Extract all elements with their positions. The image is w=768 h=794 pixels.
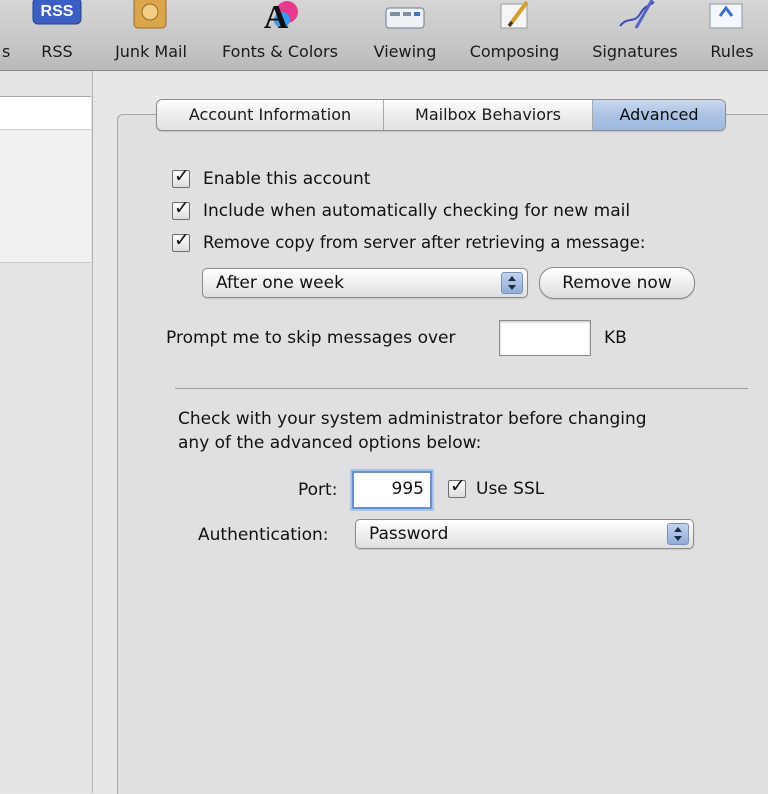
authentication-label: Authentication: — [198, 525, 329, 545]
enable-account-checkbox[interactable]: ✓ — [172, 165, 190, 188]
remove-copy-checkbox[interactable]: ✓ — [172, 229, 190, 252]
rss-icon: RSS — [32, 0, 82, 25]
use-ssl-checkbox[interactable]: ✓ — [448, 475, 466, 498]
preferences-toolbar: s RSS RSS Junk Mail A Fonts & Colors Vie… — [0, 0, 768, 71]
toolbar-label-signatures: Signatures — [592, 42, 678, 61]
port-field[interactable]: 995 — [352, 471, 432, 509]
checkmark-icon: ✓ — [174, 197, 190, 219]
checkmark-icon: ✓ — [174, 229, 190, 251]
toolbar-item-general[interactable]: s — [0, 0, 22, 70]
advanced-notice-line-1: Check with your system administrator bef… — [178, 409, 647, 429]
use-ssl-label: Use SSL — [476, 479, 545, 499]
toolbar-item-rules[interactable]: Rules — [696, 0, 768, 70]
include-auto-check-row[interactable]: ✓ Include when automatically checking fo… — [172, 197, 712, 224]
sidebar-field[interactable] — [0, 96, 91, 130]
toolbar-label-rules: Rules — [710, 42, 754, 61]
popup-arrows-icon — [501, 272, 523, 294]
remove-copy-label: Remove copy from server after retrieving… — [203, 233, 646, 252]
toolbar-label-viewing: Viewing — [373, 42, 437, 61]
checkmark-icon: ✓ — [174, 165, 190, 187]
tab-mailbox-behaviors[interactable]: Mailbox Behaviors — [384, 100, 593, 130]
toolbar-item-viewing[interactable]: Viewing — [364, 0, 446, 70]
toolbar-item-signatures[interactable]: Signatures — [582, 0, 688, 70]
sidebar-account-list[interactable] — [0, 130, 91, 263]
remove-after-value: After one week — [216, 273, 344, 293]
popup-arrows-icon — [667, 523, 689, 545]
checkmark-icon: ✓ — [450, 475, 466, 497]
remove-copy-row[interactable]: ✓ Remove copy from server after retrievi… — [172, 229, 712, 256]
tab-account-information[interactable]: Account Information — [157, 100, 384, 130]
enable-account-label: Enable this account — [203, 169, 371, 189]
toolbar-item-composing[interactable]: Composing — [457, 0, 572, 70]
toolbar-label-rss: RSS — [41, 42, 73, 61]
advanced-notice-line-2: any of the advanced options below: — [178, 433, 482, 453]
junk-mail-icon — [133, 0, 167, 29]
toolbar-item-junk-mail[interactable]: Junk Mail — [101, 0, 201, 70]
skip-size-unit: KB — [604, 328, 627, 348]
svg-text:RSS: RSS — [41, 3, 74, 20]
authentication-value: Password — [369, 524, 449, 544]
authentication-popup[interactable]: Password — [355, 519, 694, 549]
svg-text:A: A — [264, 0, 289, 36]
fonts-colors-icon: A — [264, 0, 298, 36]
accounts-sidebar — [0, 71, 93, 793]
rules-icon — [709, 3, 743, 29]
tab-bar: Account Information Mailbox Behaviors Ad… — [156, 99, 726, 131]
include-auto-check-checkbox[interactable]: ✓ — [172, 197, 190, 220]
remove-after-popup[interactable]: After one week — [202, 268, 528, 298]
section-divider — [175, 388, 748, 389]
toolbar-item-fonts-colors[interactable]: A Fonts & Colors — [208, 0, 352, 70]
composing-icon — [500, 0, 529, 29]
port-value: 995 — [391, 479, 424, 499]
enable-account-row[interactable]: ✓ Enable this account — [172, 165, 432, 192]
toolbar-label-general: s — [2, 42, 11, 61]
viewing-icon — [385, 7, 425, 29]
toolbar-label-junk-mail: Junk Mail — [115, 42, 187, 61]
port-label: Port: — [298, 480, 338, 500]
signatures-icon — [619, 0, 655, 29]
use-ssl-row[interactable]: ✓ Use SSL — [448, 475, 558, 502]
include-auto-check-label: Include when automatically checking for … — [203, 201, 631, 221]
toolbar-item-rss[interactable]: RSS RSS — [24, 0, 90, 70]
remove-now-button[interactable]: Remove now — [539, 267, 695, 299]
tab-advanced[interactable]: Advanced — [593, 100, 725, 130]
prompt-skip-label: Prompt me to skip messages over — [166, 328, 456, 348]
toolbar-label-fonts-colors: Fonts & Colors — [222, 42, 338, 61]
skip-size-field[interactable] — [499, 320, 591, 356]
toolbar-label-composing: Composing — [469, 42, 560, 61]
